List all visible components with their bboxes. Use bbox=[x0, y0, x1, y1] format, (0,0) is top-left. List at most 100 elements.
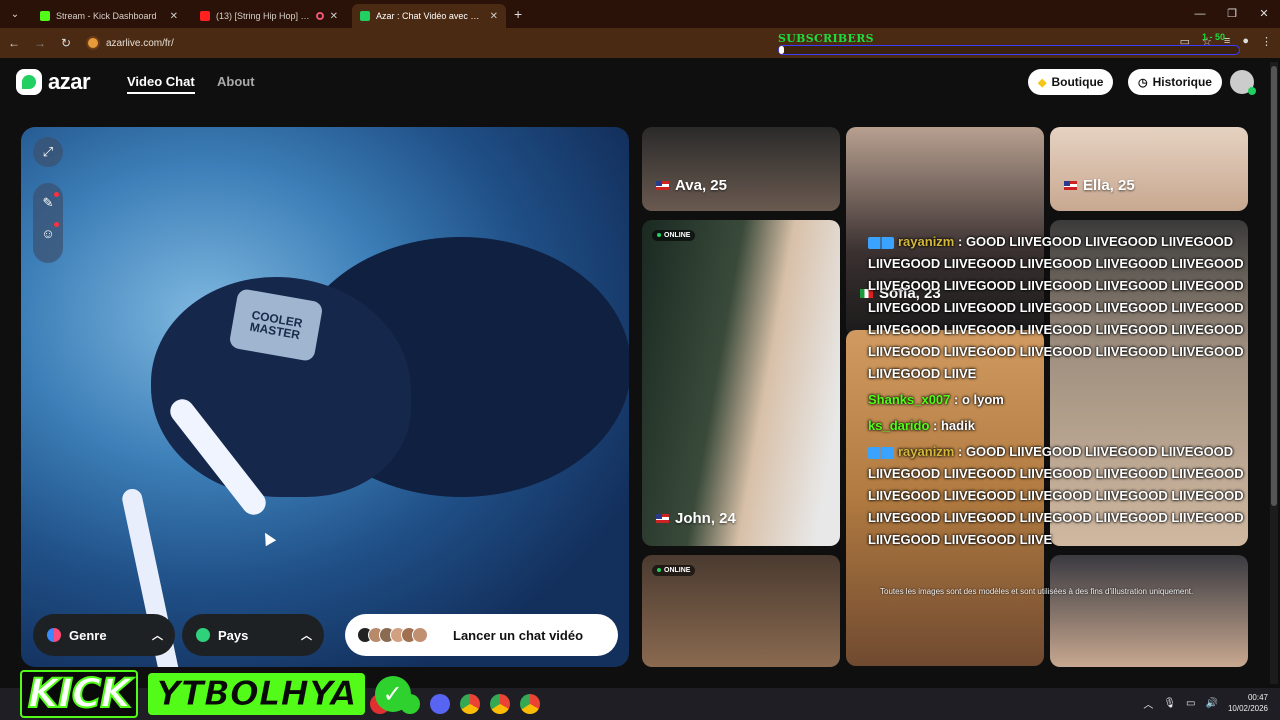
url-text: azarlive.com/fr/ bbox=[106, 37, 174, 49]
close-window-icon[interactable]: ✕ bbox=[1248, 0, 1280, 28]
profile-card[interactable]: Ella, 25 bbox=[1050, 127, 1248, 211]
browser-tab-bar: ⌄ Stream - Kick Dashboard ✕ (13) [String… bbox=[0, 0, 1280, 28]
card-name: John, 24 bbox=[656, 510, 736, 527]
boutique-button[interactable]: ◆ Boutique bbox=[1028, 69, 1114, 95]
profile-card[interactable]: Sofia, 23 bbox=[846, 127, 1044, 337]
logo-text: azar bbox=[48, 69, 91, 94]
chrome-icon[interactable] bbox=[460, 694, 480, 714]
discord-icon[interactable] bbox=[430, 694, 450, 714]
kick-overlay: KICK YTBOLHYA ✓ bbox=[20, 670, 411, 718]
us-flag-icon bbox=[656, 181, 669, 190]
chrome-icon[interactable] bbox=[490, 694, 510, 714]
effects-toolbar: ✎ ☺ bbox=[33, 183, 63, 263]
profile-card[interactable] bbox=[1050, 555, 1248, 667]
mouse-cursor-icon bbox=[259, 529, 277, 547]
nav-video-chat[interactable]: Video Chat bbox=[127, 74, 195, 94]
clock-date: 10/02/2026 bbox=[1227, 704, 1268, 713]
historique-button[interactable]: ◷ Historique bbox=[1128, 69, 1222, 95]
new-tab-button[interactable]: + bbox=[514, 6, 522, 22]
launch-video-chat-button[interactable]: Lancer un chat vidéo bbox=[345, 614, 618, 656]
azar-favicon-icon bbox=[360, 11, 370, 21]
window-controls: — ❐ ✕ bbox=[1184, 0, 1280, 28]
scrollbar-thumb[interactable] bbox=[1271, 66, 1277, 506]
gender-icon bbox=[47, 628, 61, 642]
historique-label: Historique bbox=[1152, 75, 1212, 89]
azar-logo[interactable]: azar bbox=[16, 69, 91, 95]
us-flag-icon bbox=[1064, 181, 1077, 190]
close-icon[interactable]: ✕ bbox=[330, 11, 338, 22]
close-icon[interactable]: ✕ bbox=[170, 11, 178, 22]
verified-check-icon: ✓ bbox=[374, 676, 411, 712]
close-icon[interactable]: ✕ bbox=[490, 11, 498, 22]
tab-youtube[interactable]: (13) [String Hip Hop] - String o ✕ bbox=[192, 4, 346, 28]
boutique-label: Boutique bbox=[1051, 75, 1104, 89]
tab-azar[interactable]: Azar : Chat Vidéo avec de n ✕ bbox=[352, 4, 506, 28]
avatar-stack bbox=[357, 627, 428, 643]
microphone-icon[interactable]: 🎙 bbox=[1163, 698, 1176, 709]
kick-logo: KICK bbox=[20, 670, 139, 718]
restore-icon[interactable]: ❐ bbox=[1216, 0, 1248, 28]
subscribers-goal-overlay: SUBSCRIBERS 1 - 50 bbox=[778, 32, 1240, 55]
tab-title: (13) [String Hip Hop] - String o bbox=[216, 11, 312, 21]
genre-filter-button[interactable]: Genre ︿ bbox=[33, 614, 175, 656]
system-tray: ︿ 🎙 ▭ 🔊 00:47 10/02/2026 bbox=[1143, 692, 1268, 714]
minimize-icon[interactable]: — bbox=[1184, 0, 1216, 28]
profile-card[interactable]: Ava, 25 bbox=[642, 127, 840, 211]
tab-title: Stream - Kick Dashboard bbox=[56, 11, 157, 21]
chevron-up-icon: ︿ bbox=[152, 630, 163, 642]
page-scrollbar[interactable] bbox=[1270, 62, 1278, 684]
profile-icon[interactable]: ● bbox=[1242, 35, 1249, 48]
cast-icon[interactable]: ▭ bbox=[1180, 35, 1190, 48]
subscribers-progress-bar bbox=[778, 45, 1240, 55]
online-dot bbox=[1248, 87, 1256, 95]
address-bar-actions: ▭ ☆ ≡ ● ⋮ bbox=[1180, 35, 1272, 48]
launch-label: Lancer un chat vidéo bbox=[453, 627, 584, 643]
tab-search-button[interactable]: ⌄ bbox=[4, 5, 26, 23]
reload-icon[interactable]: ↻ bbox=[54, 36, 78, 50]
nav-about[interactable]: About bbox=[217, 74, 255, 89]
address-bar: ← → ↻ azarlive.com/fr/ SUBSCRIBERS 1 - 5… bbox=[0, 28, 1280, 58]
video-chat-panel[interactable]: COOLER MASTER ⤢ ✎ ☺ Genre ︿ Pays ︿ Lance… bbox=[21, 127, 629, 667]
volume-icon[interactable]: 🔊 bbox=[1206, 698, 1218, 709]
genre-label: Genre bbox=[69, 627, 107, 643]
globe-icon bbox=[196, 628, 210, 642]
pays-label: Pays bbox=[218, 627, 249, 643]
profile-card[interactable]: ONLINE bbox=[642, 555, 840, 667]
url-field[interactable]: azarlive.com/fr/ bbox=[86, 36, 174, 50]
us-flag-icon bbox=[656, 514, 669, 523]
subscribers-progress-fill bbox=[779, 46, 784, 54]
network-icon[interactable]: ▭ bbox=[1186, 698, 1195, 709]
magic-wand-icon[interactable]: ✎ bbox=[33, 188, 63, 218]
online-badge: ONLINE bbox=[652, 230, 696, 241]
pays-filter-button[interactable]: Pays ︿ bbox=[182, 614, 324, 656]
card-name: Ella, 25 bbox=[1064, 177, 1135, 194]
face-filter-icon[interactable]: ☺ bbox=[33, 218, 63, 248]
youtube-favicon-icon bbox=[200, 11, 210, 21]
forward-icon[interactable]: → bbox=[28, 36, 52, 50]
site-info-icon[interactable] bbox=[86, 36, 100, 50]
profile-card[interactable]: ONLINE John, 24 bbox=[642, 220, 840, 546]
disclaimer-text: Toutes les images sont des modèles et so… bbox=[880, 587, 1194, 596]
kick-favicon-icon bbox=[40, 11, 50, 21]
clock[interactable]: 00:47 10/02/2026 bbox=[1228, 692, 1268, 714]
tab-title: Azar : Chat Vidéo avec de n bbox=[376, 11, 484, 21]
menu-kebab-icon[interactable]: ⋮ bbox=[1261, 35, 1272, 48]
online-badge: ONLINE bbox=[652, 565, 696, 576]
tab-kick-dashboard[interactable]: Stream - Kick Dashboard ✕ bbox=[32, 4, 186, 28]
chevron-up-icon[interactable]: ︿ bbox=[1143, 696, 1153, 711]
extensions-icon[interactable]: ≡ bbox=[1224, 35, 1230, 48]
fullscreen-tool: ⤢ bbox=[33, 137, 63, 167]
profile-card[interactable] bbox=[1050, 220, 1248, 546]
history-clock-icon: ◷ bbox=[1138, 76, 1148, 89]
user-avatar[interactable] bbox=[1230, 70, 1256, 95]
subscribers-label: SUBSCRIBERS bbox=[778, 32, 874, 45]
chrome-icon[interactable] bbox=[520, 694, 540, 714]
fullscreen-icon[interactable]: ⤢ bbox=[33, 137, 63, 167]
gem-icon: ◆ bbox=[1038, 76, 1047, 89]
profile-card[interactable] bbox=[846, 330, 1044, 666]
clock-time: 00:47 bbox=[1247, 693, 1268, 702]
bookmark-star-icon[interactable]: ☆ bbox=[1202, 35, 1212, 48]
site-header: azar Video Chat About ◆ Boutique ◷ Histo… bbox=[0, 58, 1280, 106]
kick-username: YTBOLHYA bbox=[148, 673, 365, 715]
back-icon[interactable]: ← bbox=[2, 36, 26, 50]
